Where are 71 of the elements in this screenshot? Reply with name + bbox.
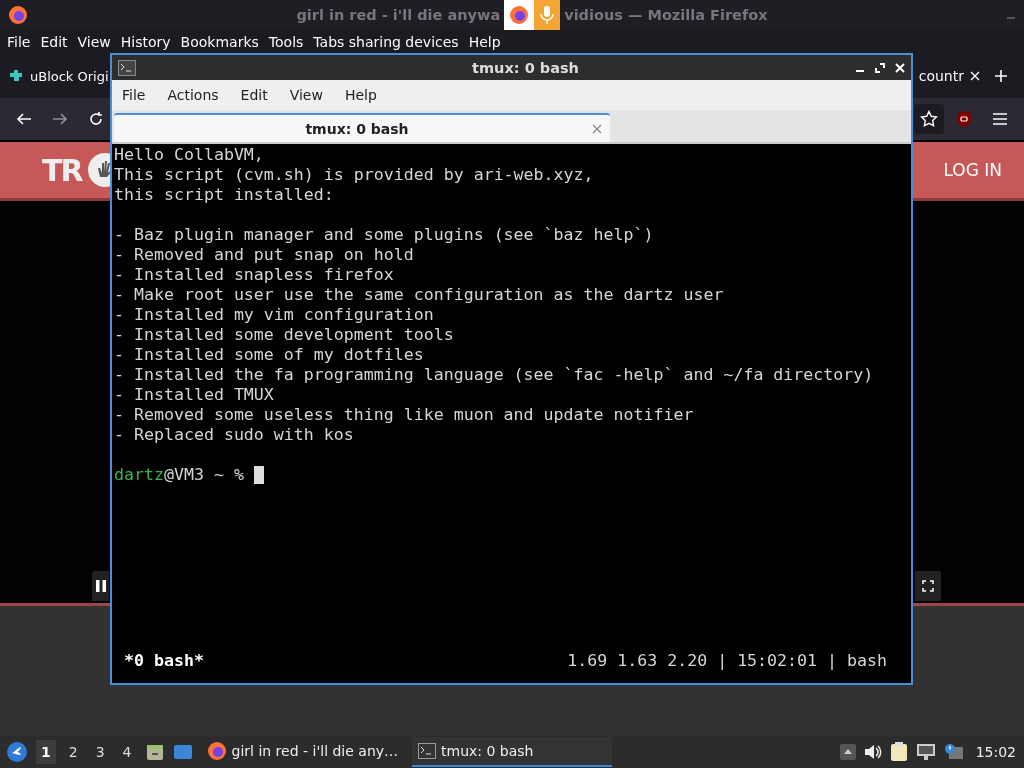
menu-item[interactable]: View — [77, 34, 111, 50]
menu-item[interactable]: Help — [468, 34, 501, 50]
menu-item[interactable]: Help — [344, 87, 377, 103]
taskbar-task[interactable]: girl in red - i'll die any… — [200, 737, 405, 767]
new-tab-icon[interactable] — [994, 69, 1008, 83]
terminal-line: - Baz plugin manager and some plugins (see `baz help`) — [114, 225, 655, 245]
terminal-line: Hello CollabVM, — [114, 145, 265, 165]
network-icon[interactable] — [915, 743, 936, 761]
terminal-line: - Replaced sudo with kos — [114, 425, 355, 445]
terminal-line: - Installed TMUX — [114, 385, 275, 405]
menu-item[interactable]: History — [120, 34, 171, 50]
firefox-icon — [206, 741, 227, 761]
site-logo[interactable]: TR — [42, 152, 82, 188]
prompt-user: dartz — [114, 465, 164, 485]
start-menu-icon[interactable] — [6, 741, 28, 763]
menu-item[interactable]: File — [7, 34, 31, 50]
fullscreen-icon — [922, 580, 934, 592]
maximize-icon[interactable] — [875, 62, 885, 73]
clock[interactable]: 15:02 — [975, 744, 1016, 760]
workspace-button[interactable]: 1 — [36, 740, 56, 764]
menu-item[interactable]: View — [289, 87, 323, 103]
window-title: vidious — Mozilla Firefox — [564, 7, 768, 23]
terminal-line: this script installed: — [114, 185, 335, 205]
window-title: girl in red - i'll die anywa — [296, 7, 501, 23]
terminal-icon — [118, 59, 136, 76]
pause-button[interactable] — [92, 571, 109, 601]
tmux-status-info: 1.69 1.63 2.20 | 15:02:01 | bash — [567, 651, 887, 671]
terminal-icon — [418, 743, 437, 759]
shield-icon[interactable] — [956, 110, 972, 128]
terminal-line: This script (cvm.sh) is provided by ari-web.xyz, — [114, 165, 595, 185]
firefox-icon — [509, 5, 530, 25]
window-icon[interactable] — [172, 742, 193, 762]
browser-tab[interactable]: uBlock Origi — [8, 68, 109, 84]
terminal-line: - Installed some development tools — [114, 325, 455, 345]
terminal-line: - Removed some useless thing like muon and update notifier — [114, 405, 695, 425]
back-icon[interactable] — [16, 111, 32, 127]
terminal-line: - Installed my vim configuration — [114, 305, 435, 325]
menu-item[interactable]: Actions — [167, 87, 219, 103]
terminal-line: - Removed and put snap on hold — [114, 245, 415, 265]
menu-item[interactable]: Tools — [268, 34, 304, 50]
prompt-text: @VM3 ~ % — [163, 465, 244, 485]
forward-icon — [52, 111, 68, 127]
window-title: tmux: 0 bash — [471, 59, 580, 76]
cursor — [253, 466, 264, 484]
terminal-tab[interactable]: tmux: 0 bash — [114, 113, 610, 142]
terminal-line: - Installed the fa programming language (see `fac -help` and ~/fa directory) — [114, 365, 875, 385]
microphone-icon[interactable] — [534, 0, 561, 30]
taskbar-task[interactable]: tmux: 0 bash — [412, 737, 613, 767]
menu-item[interactable]: Tabs sharing devices — [313, 34, 459, 50]
login-button[interactable]: LOG IN — [939, 154, 1006, 186]
terminal-line: - Installed snapless firefox — [114, 265, 395, 285]
workspace-button[interactable]: 2 — [63, 740, 83, 764]
fullscreen-button[interactable] — [915, 571, 941, 601]
clipboard-icon[interactable] — [889, 742, 908, 762]
pause-icon — [95, 580, 106, 592]
terminal-line: - Make root user use the same configuration as the dartz user — [114, 285, 725, 305]
firefox-icon — [8, 5, 28, 25]
file-manager-icon[interactable] — [144, 742, 165, 762]
menu-item[interactable]: Edit — [40, 34, 68, 50]
menu-icon[interactable] — [992, 112, 1008, 126]
reload-icon[interactable] — [88, 111, 104, 127]
terminal-line: - Installed some of my dotfiles — [114, 345, 425, 365]
workspace-button[interactable]: 4 — [117, 740, 137, 764]
speaker-icon[interactable] — [863, 744, 882, 760]
browser-tab[interactable]: countr — [918, 68, 980, 84]
notification-icon[interactable] — [943, 743, 964, 761]
menu-item[interactable]: Bookmarks — [180, 34, 259, 50]
menu-item[interactable]: File — [122, 87, 146, 103]
workspace-button[interactable]: 3 — [90, 740, 110, 764]
menu-item[interactable]: Edit — [240, 87, 268, 103]
tmux-window-label: *0 bash* — [124, 651, 204, 671]
